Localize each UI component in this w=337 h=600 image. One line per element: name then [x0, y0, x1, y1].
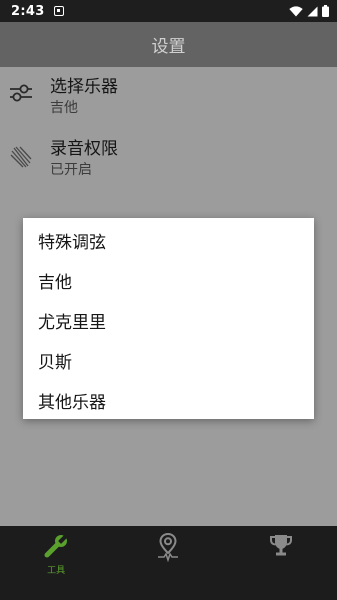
dialog-option-guitar[interactable]: 吉他	[23, 260, 314, 300]
nav-item-location[interactable]	[112, 526, 224, 600]
status-time: 2:43	[11, 3, 45, 19]
wifi-icon	[289, 5, 303, 17]
settings-item-title: 录音权限	[50, 139, 118, 159]
trophy-icon	[269, 535, 292, 556]
nav-item-trophy[interactable]	[225, 526, 337, 600]
battery-icon	[322, 5, 329, 17]
settings-item-subtitle: 吉他	[50, 100, 78, 116]
wrench-icon	[44, 532, 71, 558]
nav-item-tools[interactable]: 工具	[0, 526, 112, 600]
settings-item-instrument[interactable]: 选择乐器 吉他	[0, 68, 337, 130]
dialog-option-other[interactable]: 其他乐器	[23, 380, 314, 420]
settings-item-title: 选择乐器	[50, 77, 118, 97]
screen: 2:43 设置 选择乐器 吉他 录音权限 已开启 特殊调弦 吉他 尤克里里 贝斯…	[0, 0, 337, 600]
sliders-icon	[10, 84, 32, 102]
settings-item-subtitle: 已开启	[50, 162, 92, 178]
status-bar: 2:43	[0, 0, 337, 22]
dialog-option-special-tuning[interactable]: 特殊调弦	[23, 220, 314, 260]
dialog-option-bass[interactable]: 贝斯	[23, 340, 314, 380]
status-icons	[289, 5, 329, 17]
signal-icon	[307, 6, 318, 16]
app-notification-icon	[53, 6, 64, 16]
nav-label-tools: 工具	[47, 566, 66, 576]
location-pin-icon	[158, 532, 179, 562]
bottom-nav: 工具	[0, 526, 337, 600]
instrument-dialog: 特殊调弦 吉他 尤克里里 贝斯 其他乐器	[23, 218, 314, 419]
page-title: 设置	[151, 37, 186, 57]
microphone-permission-icon	[10, 146, 32, 168]
dialog-option-ukulele[interactable]: 尤克里里	[23, 300, 314, 340]
settings-item-record-permission[interactable]: 录音权限 已开启	[0, 130, 337, 192]
